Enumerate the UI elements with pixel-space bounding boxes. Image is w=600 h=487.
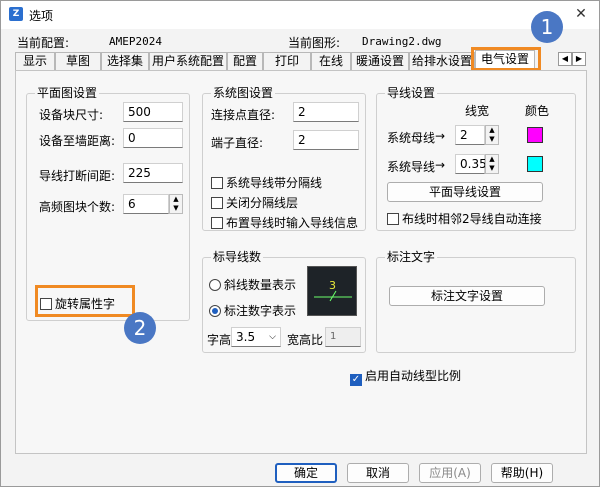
frequent-blocks-input[interactable]: 6: [123, 194, 169, 214]
input-wire-info-label: 布置导线时输入导线信息: [226, 216, 359, 230]
frequent-blocks-label: 高频图块个数:: [39, 200, 116, 214]
auto-linetype-scale-box[interactable]: ✓: [350, 374, 362, 386]
mark-wire-count-title: 标导线数: [211, 250, 264, 264]
wire-mark-preview-drawing: 3: [314, 279, 352, 302]
separator-line-box[interactable]: [211, 177, 223, 189]
system-wire-label: 系统导线: [387, 160, 436, 174]
window-title: 选项: [29, 9, 54, 23]
current-config-label: 当前配置:: [17, 36, 70, 50]
line-width-column-label: 线宽: [465, 104, 490, 118]
number-mark-radio-dot[interactable]: [209, 305, 221, 317]
zw-app-icon: Z: [9, 7, 23, 21]
tab-user-config[interactable]: 用户系统配置: [149, 52, 227, 70]
highlight-electrical-tab: [471, 47, 541, 71]
number-mark-label: 标注数字表示: [224, 304, 297, 318]
text-height-select[interactable]: 3.5 ⌵: [231, 327, 281, 347]
device-wall-distance-label: 设备至墙距离:: [39, 134, 116, 148]
tab-online[interactable]: 在线: [311, 52, 351, 70]
mark-text-settings-button[interactable]: 标注文字设置: [389, 286, 545, 306]
system-wire-color-swatch[interactable]: [527, 156, 543, 172]
ok-button[interactable]: 确定: [275, 463, 337, 483]
wire-break-gap-input[interactable]: 225: [123, 163, 183, 183]
node-diameter-label: 连接点直径:: [211, 108, 276, 122]
input-wire-info-box[interactable]: [211, 217, 223, 229]
frequent-blocks-spinner[interactable]: ▲ ▼: [169, 194, 183, 214]
tab-scroll-right-icon[interactable]: ▶: [572, 52, 586, 66]
close-separator-layer-box[interactable]: [211, 197, 223, 209]
cancel-button[interactable]: 取消: [347, 463, 409, 483]
wire-mark-preview: 3: [307, 266, 357, 316]
options-dialog: Z 选项 ✕ 当前配置: AMEP2024 当前图形: Drawing2.dwg…: [0, 0, 600, 487]
color-column-label: 颜色: [525, 104, 550, 118]
wire-mark-preview-number: 3: [329, 279, 336, 292]
auto-linetype-scale-label: 启用自动线型比例: [365, 369, 462, 383]
tab-selection[interactable]: 选择集: [101, 52, 149, 70]
wire-settings-title: 导线设置: [385, 86, 438, 100]
highlight-rotate-attr: [35, 285, 135, 317]
callout-badge-2: 2: [124, 312, 156, 344]
wire-settings-group: 导线设置 线宽 颜色 系统母线 → 2 ▲ ▼ 系统导线 → 0.35 ▲ ▼ 平面…: [376, 86, 576, 231]
text-height-value: 3.5: [236, 330, 256, 344]
mark-wire-count-group: 标导线数 斜线数量表示 标注数字表示 3 字高 3.5 ⌵ 宽高比 1: [202, 250, 366, 353]
bus-wire-arrow: →: [435, 129, 446, 143]
close-separator-layer-label: 关闭分隔线层: [226, 196, 299, 210]
tab-display[interactable]: 显示: [15, 52, 55, 70]
separator-line-checkbox[interactable]: 系统导线带分隔线: [211, 174, 322, 191]
node-diameter-input[interactable]: 2: [293, 102, 359, 122]
plan-wire-settings-button[interactable]: 平面导线设置: [387, 182, 543, 202]
device-size-input[interactable]: 500: [123, 102, 183, 122]
separator-line-label: 系统导线带分隔线: [226, 176, 323, 190]
text-height-label: 字高: [207, 333, 232, 347]
tab-profile[interactable]: 配置: [227, 52, 263, 70]
plan-settings-title: 平面图设置: [35, 86, 100, 100]
system-wire-width-input[interactable]: 0.35: [455, 154, 487, 174]
chevron-down-icon: ⌵: [269, 332, 276, 342]
number-mark-radio[interactable]: 标注数字表示: [209, 302, 296, 319]
aspect-ratio-label: 宽高比: [287, 333, 324, 347]
auto-connect-label: 布线时相邻2导线自动连接: [402, 212, 542, 226]
tab-hvac[interactable]: 暖通设置: [351, 52, 409, 70]
mark-text-title: 标注文字: [385, 250, 438, 264]
current-config-value: AMEP2024: [109, 35, 162, 48]
tab-scroll-left-icon[interactable]: ◀: [558, 52, 572, 66]
bus-wire-width-input[interactable]: 2: [455, 125, 485, 145]
slash-count-radio[interactable]: 斜线数量表示: [209, 276, 296, 293]
system-wire-width-spinner[interactable]: ▲ ▼: [485, 154, 499, 174]
callout-badge-1: 1: [531, 11, 563, 43]
wire-break-gap-label: 导线打断间距:: [39, 169, 116, 183]
close-icon[interactable]: ✕: [567, 3, 595, 25]
auto-connect-box[interactable]: [387, 213, 399, 225]
system-settings-title: 系统图设置: [211, 86, 276, 100]
mark-text-group: 标注文字 标注文字设置: [376, 250, 576, 353]
bus-wire-color-swatch[interactable]: [527, 127, 543, 143]
auto-connect-checkbox[interactable]: 布线时相邻2导线自动连接: [387, 210, 542, 227]
system-wire-arrow: →: [435, 158, 446, 172]
electrical-settings-panel: 平面图设置 设备块尺寸: 500 设备至墙距离: 0 导线打断间距: 225 高…: [15, 70, 587, 454]
tab-sketch[interactable]: 草图: [55, 52, 101, 70]
aspect-ratio-input[interactable]: 1: [325, 327, 361, 347]
close-separator-layer-checkbox[interactable]: 关闭分隔线层: [211, 194, 298, 211]
slash-count-radio-dot[interactable]: [209, 279, 221, 291]
input-wire-info-checkbox[interactable]: 布置导线时输入导线信息: [211, 214, 358, 231]
current-drawing-value: Drawing2.dwg: [362, 35, 442, 48]
current-drawing-label: 当前图形:: [288, 36, 341, 50]
help-button[interactable]: 帮助(H): [491, 463, 553, 483]
slash-count-label: 斜线数量表示: [224, 278, 297, 292]
terminal-diameter-input[interactable]: 2: [293, 130, 359, 150]
device-size-label: 设备块尺寸:: [39, 108, 104, 122]
auto-linetype-scale-checkbox[interactable]: ✓ 启用自动线型比例: [350, 367, 461, 386]
tab-plot[interactable]: 打印: [263, 52, 311, 70]
bus-wire-width-spinner[interactable]: ▲ ▼: [485, 125, 499, 145]
terminal-diameter-label: 端子直径:: [211, 136, 264, 150]
tab-plumbing[interactable]: 给排水设置: [409, 52, 475, 70]
bus-wire-label: 系统母线: [387, 131, 436, 145]
apply-button[interactable]: 应用(A): [419, 463, 481, 483]
system-settings-group: 系统图设置 连接点直径: 2 端子直径: 2 系统导线带分隔线 关闭分隔线层 布…: [202, 86, 366, 231]
title-bar: Z 选项 ✕: [1, 1, 599, 29]
device-wall-distance-input[interactable]: 0: [123, 128, 183, 148]
